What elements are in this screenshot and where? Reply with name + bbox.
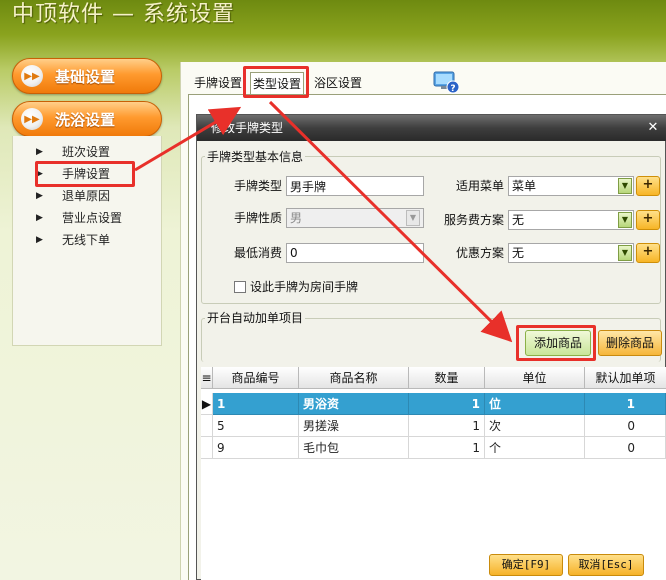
annotation-arrows [134,100,513,343]
arrow-sidebar-to-tab [134,106,242,172]
arrow-tab-to-add [268,100,513,343]
